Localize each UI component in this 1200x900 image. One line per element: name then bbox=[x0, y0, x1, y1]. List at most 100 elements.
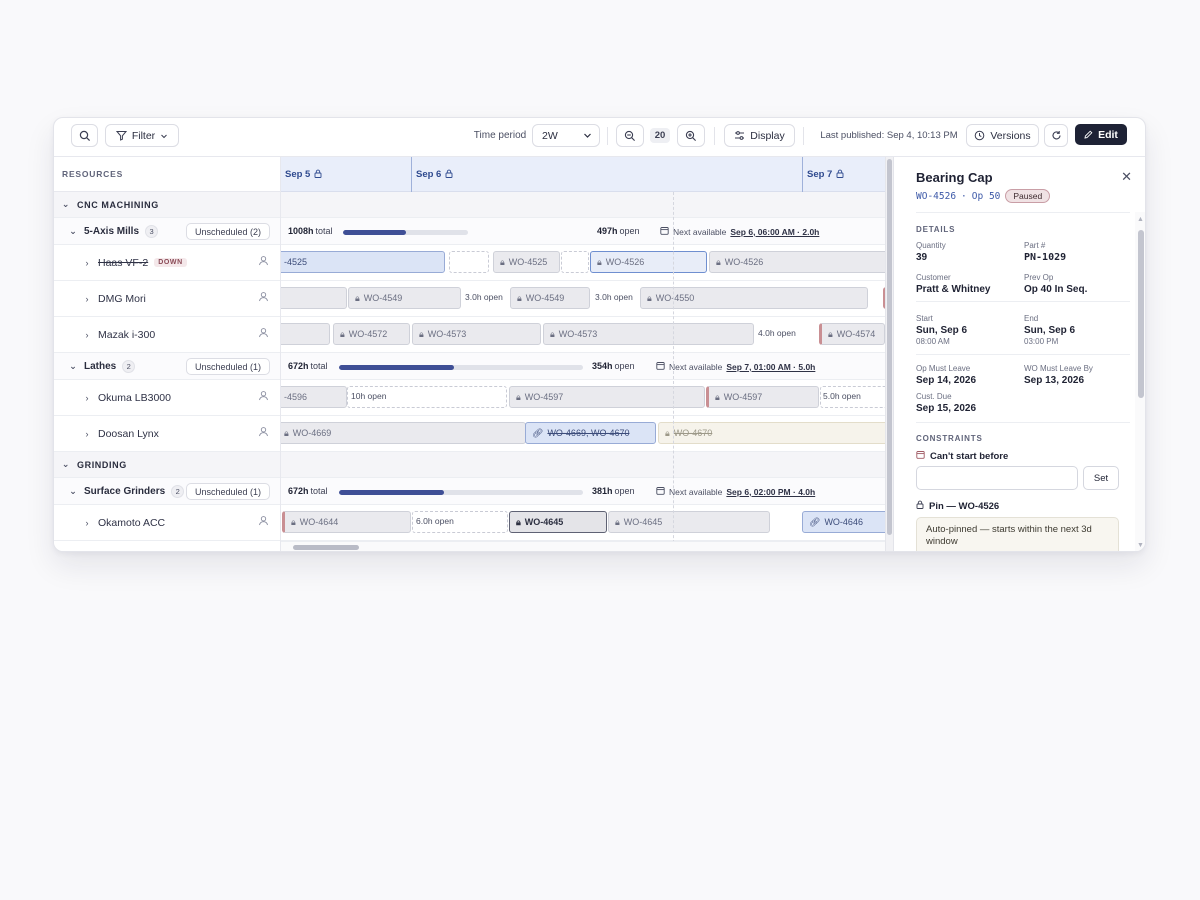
work-order-bar[interactable]: 🔒︎ WO-4550 bbox=[640, 287, 868, 309]
day-header[interactable]: Sep 7 bbox=[802, 157, 844, 192]
work-order-bar[interactable]: 🔒︎ WO-4670 bbox=[658, 422, 893, 444]
work-order-bar[interactable]: 🔒︎ WO-4644 bbox=[282, 511, 411, 533]
work-order-bar[interactable]: 🔒︎ WO-4597 bbox=[706, 386, 819, 408]
resource-row-doosan[interactable]: › Doosan Lynx bbox=[54, 416, 280, 452]
resource-row-okamoto[interactable]: › Okamoto ACC bbox=[54, 505, 280, 541]
next-available: Next available Sep 6, 06:00 AM · 2.0h bbox=[660, 226, 819, 237]
next-available-link[interactable]: Sep 7, 01:00 AM · 5.0h bbox=[726, 362, 815, 372]
set-button[interactable]: Set bbox=[1083, 466, 1119, 490]
status-badge: DOWN bbox=[154, 258, 187, 267]
zoom-out-button[interactable] bbox=[616, 124, 644, 147]
work-order-bar[interactable]: 🔒︎ WO-4669 bbox=[281, 422, 526, 444]
work-order-bar[interactable]: 🔒︎ WO-4574 bbox=[819, 323, 885, 345]
unscheduled-button[interactable]: Unscheduled (1) bbox=[185, 358, 270, 375]
start-field: Start Sun, Sep 6 08:00 AM bbox=[916, 314, 967, 346]
work-order-bar[interactable]: 🔒︎ WO-4573 bbox=[412, 323, 541, 345]
field-value: PN-1029 bbox=[1024, 252, 1067, 263]
next-available-link[interactable]: Sep 6, 02:00 PM · 4.0h bbox=[726, 487, 815, 497]
work-order-bar[interactable]: 🔒︎ WO-4525 bbox=[493, 251, 560, 273]
search-button[interactable] bbox=[71, 124, 98, 147]
scroll-up-icon[interactable]: ▲ bbox=[1137, 216, 1144, 223]
edit-button[interactable]: Edit bbox=[1075, 124, 1127, 145]
work-order-bar[interactable]: 🔒︎ WO-4597 bbox=[509, 386, 705, 408]
filter-button[interactable]: Filter bbox=[105, 124, 179, 147]
work-order-id: WO-4526 bbox=[916, 190, 957, 202]
work-order-label: WO-4646 bbox=[824, 517, 863, 527]
work-order-bar[interactable]: 🔒︎ WO-4572 bbox=[333, 323, 410, 345]
unscheduled-button[interactable]: Unscheduled (1) bbox=[185, 483, 270, 500]
chevron-right-icon: › bbox=[85, 257, 89, 268]
day-header[interactable]: Sep 5 bbox=[281, 157, 322, 192]
divider bbox=[916, 354, 1130, 355]
time-period-select[interactable]: 2W bbox=[532, 124, 600, 147]
group-row-grinding[interactable]: ⌄ GRINDING bbox=[54, 452, 280, 478]
scroll-down-icon[interactable]: ▼ bbox=[1137, 542, 1144, 549]
day-header[interactable]: Sep 6 bbox=[411, 157, 453, 192]
cant-start-before-input[interactable] bbox=[916, 466, 1078, 490]
work-order-label: WO-4574 bbox=[836, 329, 876, 339]
horizontal-scrollbar[interactable] bbox=[281, 541, 893, 551]
capacity-open: 497h open bbox=[597, 226, 640, 236]
person-icon[interactable] bbox=[258, 291, 269, 305]
work-order-bar[interactable]: 🔒︎ WO-4573 bbox=[543, 323, 754, 345]
resource-row-haas[interactable]: › Haas VF-2 DOWN bbox=[54, 245, 280, 281]
work-order-bar[interactable]: 🔒︎ WO-4526 bbox=[709, 251, 893, 273]
lock-icon: 🔒︎ bbox=[355, 292, 360, 303]
work-order-label: WO-4573 bbox=[558, 329, 598, 339]
linked-work-order-bar[interactable]: 🔗︎ WO-4669, WO-4670 bbox=[525, 422, 656, 444]
work-order-bar-selected[interactable]: 🔒︎ WO-4526 bbox=[590, 251, 707, 273]
subgroup-row-lathes[interactable]: ⌄ Lathes 2 Unscheduled (1) bbox=[54, 353, 280, 380]
open-hours-label: 3.0h open bbox=[465, 292, 503, 302]
resource-row-okuma[interactable]: › Okuma LB3000 bbox=[54, 380, 280, 416]
person-icon[interactable] bbox=[258, 390, 269, 404]
work-order-bar[interactable]: -4525 bbox=[281, 251, 445, 273]
refresh-button[interactable] bbox=[1044, 124, 1068, 147]
versions-button[interactable]: Versions bbox=[966, 124, 1039, 147]
person-icon[interactable] bbox=[258, 327, 269, 341]
lock-icon bbox=[445, 169, 453, 181]
capacity-bar bbox=[339, 365, 583, 370]
field-label: Customer bbox=[916, 273, 951, 282]
group-label: CNC MACHINING bbox=[77, 199, 159, 210]
zoom-in-button[interactable] bbox=[677, 124, 705, 147]
resource-label: Okuma LB3000 bbox=[98, 391, 171, 404]
scrollbar-thumb[interactable] bbox=[887, 159, 892, 535]
work-order-bar[interactable] bbox=[281, 323, 330, 345]
chevron-right-icon: › bbox=[85, 428, 89, 439]
chevron-down-icon: ⌄ bbox=[69, 485, 77, 496]
resource-row-dmg[interactable]: › DMG Mori bbox=[54, 281, 280, 317]
open-hours: 354h bbox=[592, 361, 613, 371]
work-order-bar[interactable]: 🔒︎ WO-4549 bbox=[348, 287, 461, 309]
timeline-resource-row: 🔒︎ WO-4572 🔒︎ WO-4573 🔒︎ WO-4573 4.0h open … bbox=[281, 317, 893, 353]
close-icon[interactable]: ✕ bbox=[1121, 169, 1132, 185]
scrollbar-thumb[interactable] bbox=[293, 545, 359, 550]
unscheduled-button[interactable]: Unscheduled (2) bbox=[185, 223, 270, 240]
timeline-resource-row: -4596 10h open 🔒︎ WO-4597 🔒︎ WO-4597 5.0h … bbox=[281, 380, 893, 416]
work-order-bar[interactable]: -4596 bbox=[281, 386, 347, 408]
lock-icon bbox=[916, 500, 924, 512]
person-icon[interactable] bbox=[258, 426, 269, 440]
work-order-bar[interactable]: 🔒︎ WO-4645 bbox=[608, 511, 770, 533]
work-order-bar[interactable] bbox=[281, 287, 347, 309]
person-icon[interactable] bbox=[258, 255, 269, 269]
lock-icon: 🔒︎ bbox=[517, 292, 522, 303]
subgroup-row-mills[interactable]: ⌄ 5-Axis Mills 3 Unscheduled (2) bbox=[54, 218, 280, 245]
work-order-label: WO-4526 bbox=[605, 257, 645, 267]
lock-icon: 🔒︎ bbox=[716, 256, 721, 267]
work-order-bar[interactable]: 🔒︎ WO-4549 bbox=[510, 287, 590, 309]
linked-work-order-bar[interactable]: 🔗︎ WO-4646 bbox=[802, 511, 893, 533]
work-order-bar[interactable]: 🔒︎ WO-4645 bbox=[509, 511, 607, 533]
scrollbar-thumb[interactable] bbox=[1138, 230, 1144, 398]
person-icon[interactable] bbox=[258, 515, 269, 529]
vertical-scrollbar[interactable] bbox=[885, 157, 893, 551]
next-available: Next available Sep 6, 02:00 PM · 4.0h bbox=[656, 486, 815, 497]
next-available-link[interactable]: Sep 6, 06:00 AM · 2.0h bbox=[730, 227, 819, 237]
panel-scrollbar[interactable]: ▲ ▼ bbox=[1135, 212, 1145, 551]
chevron-right-icon: › bbox=[85, 329, 89, 340]
subgroup-row-grinders[interactable]: ⌄ Surface Grinders 2 Unscheduled (1) bbox=[54, 478, 280, 505]
field-label: Op Must Leave bbox=[916, 364, 971, 373]
display-button[interactable]: Display bbox=[724, 124, 795, 147]
resource-row-mazak[interactable]: › Mazak i-300 bbox=[54, 317, 280, 353]
toolbar-divider bbox=[803, 127, 804, 145]
group-row-cnc[interactable]: ⌄ CNC MACHINING bbox=[54, 192, 280, 218]
